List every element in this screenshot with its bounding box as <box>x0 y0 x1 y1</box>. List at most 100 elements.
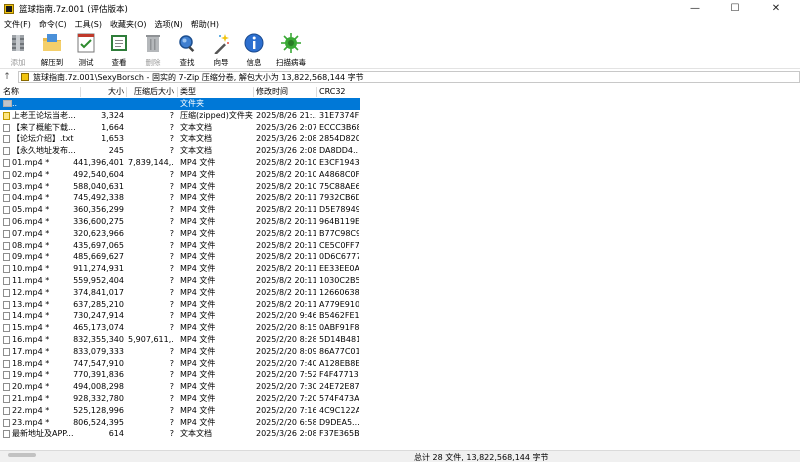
file-row[interactable]: 17.mp4 * 833,079,333? MP4 文件 2025/2/20 8:09… <box>0 346 360 358</box>
menu-commands[interactable]: 命令(C) <box>35 19 71 30</box>
menu-help[interactable]: 帮助(H) <box>187 19 223 30</box>
virus-scan-button[interactable]: 扫描病毒 <box>276 32 306 68</box>
file-size: 833,079,333 <box>73 346 124 356</box>
file-packed-size: 5,907,611,... <box>128 335 174 344</box>
file-row[interactable]: 20.mp4 * 494,008,298? MP4 文件 2025/2/20 7:30… <box>0 381 360 393</box>
column-divider[interactable] <box>126 87 127 97</box>
file-icon <box>3 371 10 380</box>
file-row[interactable]: 10.mp4 * 911,274,931? MP4 文件 2025/8/2 20:11… <box>0 263 360 275</box>
file-row[interactable]: 16.mp4 * 832,355,340 5,907,611,... MP4 文件 20… <box>0 334 360 346</box>
file-row[interactable]: 【论坛介绍】.txt * 1,653? 文本文档 2025/3/26 2:08 2854… <box>0 133 360 145</box>
file-row[interactable]: 上老王论坛当老... 3,324? 压缩(zipped)文件夹 2025/8/26 2… <box>0 110 360 122</box>
file-icon <box>3 182 10 191</box>
file-name: 03.mp4 * <box>12 181 50 191</box>
file-type: MP4 文件 <box>180 311 216 321</box>
column-divider[interactable] <box>177 87 178 97</box>
find-label: 查找 <box>179 58 195 67</box>
title-bar: 篮球指南.7z.001 (评估版本) — ☐ ✕ <box>0 0 800 17</box>
file-row[interactable]: 14.mp4 * 730,247,914? MP4 文件 2025/2/20 9:46… <box>0 310 360 322</box>
up-arrow-icon: ↑ <box>3 72 11 82</box>
file-name: 17.mp4 * <box>12 346 50 356</box>
file-packed-size: ? <box>169 299 174 309</box>
file-modified: 2025/3/26 2:07 <box>256 122 316 132</box>
maximize-button[interactable]: ☐ <box>715 0 755 17</box>
file-row[interactable]: 12.mp4 * 374,841,017? MP4 文件 2025/8/2 20:11… <box>0 287 360 299</box>
menu-favorites[interactable]: 收藏夹(O) <box>106 19 151 30</box>
file-row[interactable]: 04.mp4 * 745,492,338? MP4 文件 2025/8/2 20:11… <box>0 192 360 204</box>
file-type: MP4 文件 <box>180 358 216 368</box>
file-name: 02.mp4 * <box>12 169 50 179</box>
file-size: 730,247,914 <box>73 311 124 321</box>
file-row[interactable]: 21.mp4 * 928,332,780? MP4 文件 2025/2/20 7:20… <box>0 393 360 405</box>
file-row[interactable]: 22.mp4 * 525,128,996? MP4 文件 2025/2/20 7:16… <box>0 405 360 417</box>
test-button[interactable]: 测试 <box>71 32 101 68</box>
column-divider[interactable] <box>80 87 81 97</box>
file-name: .. <box>12 99 18 108</box>
file-row[interactable]: 07.mp4 * 320,623,966? MP4 文件 2025/8/2 20:11… <box>0 228 360 240</box>
add-button[interactable]: 添加 <box>3 32 33 68</box>
file-modified: 2025/8/2 20:10 <box>256 158 316 167</box>
file-packed-size: ? <box>169 323 174 333</box>
file-size: 832,355,340 <box>73 335 124 344</box>
menu-file[interactable]: 文件(F) <box>0 19 35 30</box>
file-row[interactable]: 【来了概能下载... 1,664? 文本文档 2025/3/26 2:07 ECCC3B… <box>0 122 360 134</box>
file-crc32: A128EB8E <box>319 358 359 368</box>
file-row[interactable]: 最新地址及APP... 614? 文本文档 2025/3/26 2:08 F37E365… <box>0 428 360 440</box>
scrollbar-thumb[interactable] <box>8 453 36 457</box>
file-row[interactable]: 01.mp4 * 441,396,401 7,839,144,... MP4 文件 20… <box>0 157 360 169</box>
file-packed-size: ? <box>169 193 174 203</box>
file-modified: 2025/2/20 7:16 <box>256 405 316 415</box>
find-button[interactable]: 查找 <box>172 32 202 68</box>
file-row[interactable]: 08.mp4 * 435,697,065? MP4 文件 2025/8/2 20:11… <box>0 240 360 252</box>
wizard-wand-icon <box>210 32 232 54</box>
file-row[interactable]: 05.mp4 * 360,356,299? MP4 文件 2025/8/2 20:11… <box>0 204 360 216</box>
file-icon <box>3 383 10 392</box>
menu-tools[interactable]: 工具(S) <box>71 19 106 30</box>
column-divider[interactable] <box>253 87 254 97</box>
file-name: 20.mp4 * <box>12 382 50 392</box>
file-modified: 2025/8/2 20:11 <box>256 217 316 226</box>
column-name[interactable]: 名称 <box>3 86 19 98</box>
file-name: 上老王论坛当老... <box>12 110 76 120</box>
file-row[interactable]: 18.mp4 * 747,547,910? MP4 文件 2025/2/20 7:40… <box>0 358 360 370</box>
file-crc32: A4868C0F <box>319 169 359 179</box>
file-modified: 2025/3/26 2:08 <box>256 146 316 156</box>
menu-options[interactable]: 选项(N) <box>151 19 187 30</box>
column-type[interactable]: 类型 <box>180 86 196 98</box>
file-type: MP4 文件 <box>180 299 216 309</box>
wizard-button[interactable]: 向导 <box>206 32 236 68</box>
file-row[interactable]: 06.mp4 * 336,600,275? MP4 文件 2025/8/2 20:11… <box>0 216 360 228</box>
file-packed-size <box>128 98 174 110</box>
column-crc32[interactable]: CRC32 <box>319 86 346 98</box>
file-packed-size: ? <box>169 205 174 215</box>
column-divider[interactable] <box>316 87 317 97</box>
extract-to-button[interactable]: 解压到 <box>37 32 67 68</box>
path-field[interactable]: 篮球指南.7z.001\SexyBorsch - 固实的 7-Zip 压缩分卷,… <box>18 71 800 83</box>
file-row[interactable]: 【永久地址发布... 245? 文本文档 2025/3/26 2:08 DA8DD4..… <box>0 145 360 157</box>
parent-folder-row[interactable]: .. 文件夹 <box>0 98 360 110</box>
delete-button[interactable]: 删除 <box>138 32 168 68</box>
info-button[interactable]: 信息 <box>239 32 269 68</box>
up-folder-button[interactable]: ↑ <box>0 70 14 84</box>
file-row[interactable]: 11.mp4 * 559,952,404? MP4 文件 2025/8/2 20:11… <box>0 275 360 287</box>
file-list[interactable]: .. 文件夹 上老王论坛当老... 3,324? 压缩(zipped)文件夹 2025/8… <box>0 98 800 444</box>
file-row[interactable]: 09.mp4 * 485,669,627? MP4 文件 2025/8/2 20:11… <box>0 251 360 263</box>
find-magnifier-icon <box>176 32 198 54</box>
file-row[interactable]: 19.mp4 * 770,391,836? MP4 文件 2025/2/20 7:52… <box>0 369 360 381</box>
column-packed-size[interactable]: 压缩后大小 <box>128 86 174 98</box>
column-size[interactable]: 大小 <box>82 86 124 98</box>
column-modified[interactable]: 修改时间 <box>256 86 288 98</box>
file-row[interactable]: 13.mp4 * 637,285,210? MP4 文件 2025/8/2 20:11… <box>0 299 360 311</box>
horizontal-scrollbar[interactable] <box>0 452 200 458</box>
file-row[interactable]: 15.mp4 * 465,173,074? MP4 文件 2025/2/20 8:15… <box>0 322 360 334</box>
file-type: MP4 文件 <box>180 287 216 297</box>
file-modified: 2025/8/2 20:11 <box>256 193 316 203</box>
close-button[interactable]: ✕ <box>756 0 796 17</box>
minimize-button[interactable]: — <box>675 0 715 17</box>
file-modified: 2025/8/2 20:11 <box>256 276 316 285</box>
file-row[interactable]: 02.mp4 * 492,540,604? MP4 文件 2025/8/2 20:10… <box>0 169 360 181</box>
file-row[interactable]: 03.mp4 * 588,040,631? MP4 文件 2025/8/2 20:10… <box>0 181 360 193</box>
file-packed-size: ? <box>169 122 174 132</box>
view-button[interactable]: 查看 <box>104 32 134 68</box>
file-row[interactable]: 23.mp4 * 806,524,395? MP4 文件 2025/2/20 6:58… <box>0 417 360 429</box>
